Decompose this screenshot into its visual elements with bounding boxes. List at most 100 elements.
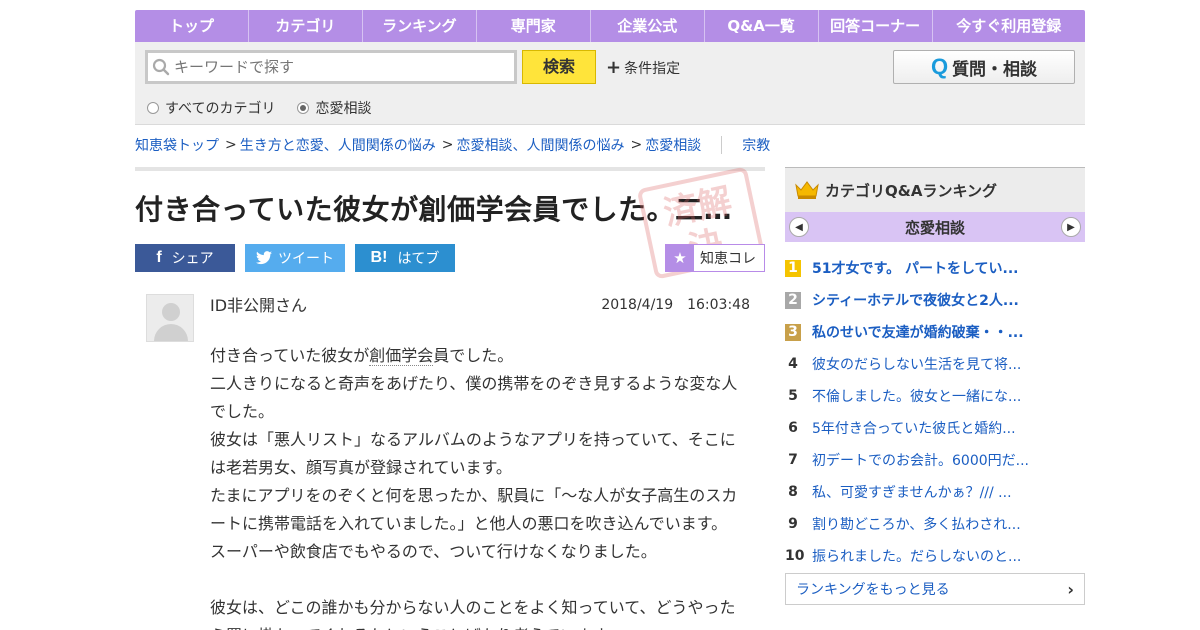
plus-icon: +: [606, 57, 622, 78]
next-arrow-icon[interactable]: ▶: [1060, 217, 1081, 237]
rank-number: 8: [788, 483, 798, 500]
ranking-item[interactable]: 10 振られました。だらしないのと...: [785, 540, 1085, 572]
breadcrumb-item[interactable]: 知恵袋トップ: [135, 135, 219, 155]
ranking-item[interactable]: 4 彼女のだらしない生活を見て将...: [785, 348, 1085, 380]
chie-collection-button[interactable]: ★ 知恵コレ: [665, 244, 765, 272]
breadcrumb-separator: >: [630, 137, 643, 153]
ranking-link[interactable]: 割り勘どころか、多く払わされ...: [812, 514, 1021, 534]
nav-ranking[interactable]: ランキング: [363, 10, 477, 42]
ranking-item[interactable]: 8 私、可愛すぎませんかぁ？/// ...: [785, 476, 1085, 508]
rank-number: 7: [788, 451, 798, 468]
keyword-link[interactable]: 創価学会: [369, 346, 434, 366]
radio-all-categories[interactable]: すべてのカテゴリ: [147, 98, 275, 118]
search-box[interactable]: [145, 50, 517, 84]
hatena-bookmark-button[interactable]: B! はてブ: [355, 244, 455, 272]
question-body: 付き合っていた彼女が創価学会員でした。 二人きりになると奇声をあげたり、僕の携帯…: [210, 342, 750, 630]
star-icon: ★: [666, 245, 694, 271]
twitter-share-button[interactable]: ツイート: [245, 244, 345, 272]
ranking-item[interactable]: 9 割り勘どころか、多く払わされ...: [785, 508, 1085, 540]
body-line: でした。: [210, 402, 275, 421]
search-button[interactable]: 検索: [522, 50, 596, 84]
ranking-sidebar: カテゴリQ&Aランキング ◀ 恋愛相談 ▶ 1 51才女です。 パートをしてい.…: [785, 167, 1085, 605]
nav-official[interactable]: 企業公式: [591, 10, 705, 42]
ranking-list: 1 51才女です。 パートをしてい... 2 シティーホテルで夜彼女と2人...…: [785, 252, 1085, 572]
ranking-link[interactable]: 彼女のだらしない生活を見て将...: [812, 354, 1021, 374]
chevron-right-icon: ›: [1067, 579, 1074, 599]
nav-register[interactable]: 今すぐ利用登録: [933, 10, 1085, 42]
ranking-link[interactable]: 51才女です。 パートをしてい...: [812, 258, 1019, 278]
body-text: 付き合っていた彼女が: [210, 346, 370, 365]
body-text: 員でした。: [433, 346, 514, 365]
body-line: 付き合っていた彼女が創価学会員でした。: [210, 342, 750, 370]
radio-button-selected[interactable]: [297, 102, 310, 114]
conditions-link[interactable]: + 条件指定: [606, 58, 680, 78]
ranking-heading: カテゴリQ&Aランキング: [825, 181, 997, 200]
crown-icon: [795, 181, 819, 199]
divider: [721, 136, 723, 154]
top-nav: トップ カテゴリ ランキング 専門家 企業公式 Q&A一覧 回答コーナー 今すぐ…: [135, 10, 1085, 42]
ranking-link[interactable]: 振られました。だらしないのと...: [812, 546, 1021, 566]
ranking-item[interactable]: 2 シティーホテルで夜彼女と2人...: [785, 284, 1085, 316]
more-ranking-button[interactable]: ランキングをもっと見る ›: [785, 573, 1085, 605]
more-ranking-label: ランキングをもっと見る: [796, 582, 950, 598]
search-area: 検索 + 条件指定 Q 質問・相談 すべてのカテゴリ 恋愛相談: [135, 42, 1085, 125]
related-category-link[interactable]: 宗教: [742, 135, 770, 155]
body-line: は老若男女、顔写真が登録されています。: [210, 458, 512, 477]
conditions-label: 条件指定: [624, 61, 681, 77]
body-line: 彼女は、どこの誰かも分からない人のことをよく知っていて、どうやった: [210, 598, 736, 617]
page: トップ カテゴリ ランキング 専門家 企業公式 Q&A一覧 回答コーナー 今すぐ…: [135, 10, 1085, 630]
radio-button[interactable]: [147, 102, 159, 114]
breadcrumb-item[interactable]: 恋愛相談: [645, 135, 701, 155]
ranking-category: 恋愛相談: [904, 218, 965, 237]
twitter-bird-icon: [256, 251, 272, 265]
ranking-link[interactable]: 5年付き合っていた彼氏と婚約...: [812, 418, 1016, 438]
rank-number: 5: [788, 387, 798, 404]
ranking-item[interactable]: 5 不倫しました。彼女と一緒にな...: [785, 380, 1085, 412]
rank-number: 6: [788, 419, 798, 436]
hatena-bookmark-label: はてブ: [397, 251, 440, 267]
ranking-link[interactable]: 初デートでのお会計。6000円だ...: [812, 450, 1029, 470]
search-input[interactable]: [174, 58, 504, 76]
prev-arrow-icon[interactable]: ◀: [789, 217, 809, 237]
ranking-item[interactable]: 1 51才女です。 パートをしてい...: [785, 252, 1085, 284]
breadcrumb-item[interactable]: 生き方と恋愛、人間関係の悩み: [240, 135, 436, 155]
facebook-share-button[interactable]: f シェア: [135, 244, 235, 272]
body-blank-line: [210, 566, 750, 594]
radio-current-category[interactable]: 恋愛相談: [297, 98, 371, 118]
nav-experts[interactable]: 専門家: [477, 10, 591, 42]
avatar-body: [154, 324, 188, 341]
breadcrumb-separator: >: [441, 137, 454, 153]
search-icon: [152, 58, 170, 76]
rank-number: 4: [788, 355, 798, 372]
nav-qa-list[interactable]: Q&A一覧: [705, 10, 819, 42]
chie-collection-label: 知恵コレ: [700, 251, 756, 267]
breadcrumb-item[interactable]: 恋愛相談、人間関係の悩み: [456, 135, 624, 155]
avatar-head: [162, 303, 180, 321]
radio-current-label: 恋愛相談: [315, 101, 372, 117]
ranking-item[interactable]: 3 私のせいで友達が婚約破棄・・...: [785, 316, 1085, 348]
ranking-item[interactable]: 7 初デートでのお会計。6000円だ...: [785, 444, 1085, 476]
rank-number: 2: [785, 291, 801, 309]
facebook-icon: f: [156, 249, 162, 266]
facebook-share-label: シェア: [171, 251, 214, 267]
ranking-item[interactable]: 6 5年付き合っていた彼氏と婚約...: [785, 412, 1085, 444]
search-scope: すべてのカテゴリ 恋愛相談: [147, 98, 393, 118]
ranking-link[interactable]: 不倫しました。彼女と一緒にな...: [812, 386, 1021, 406]
ask-question-button[interactable]: Q 質問・相談: [893, 50, 1075, 84]
q-icon: Q: [930, 54, 949, 79]
ranking-link[interactable]: 私、可愛すぎませんかぁ？/// ...: [812, 482, 1012, 502]
body-line: たまにアプリをのぞくと何を思ったか、駅員に「～な人が女子高生のスカ: [210, 486, 738, 505]
nav-top[interactable]: トップ: [135, 10, 249, 42]
ranking-link[interactable]: シティーホテルで夜彼女と2人...: [812, 290, 1019, 310]
rank-number: 1: [785, 259, 801, 277]
rank-number: 3: [785, 323, 801, 341]
nav-category[interactable]: カテゴリ: [249, 10, 363, 42]
twitter-share-label: ツイート: [278, 251, 334, 267]
ask-question-label: 質問・相談: [952, 59, 1038, 80]
ranking-link[interactable]: 私のせいで友達が婚約破棄・・...: [812, 322, 1024, 342]
body-line: スーパーや飲食店でもやるので、ついて行けなくなりました。: [210, 542, 657, 561]
nav-answer-corner[interactable]: 回答コーナー: [819, 10, 933, 42]
user-name: ID非公開さん: [210, 296, 308, 315]
breadcrumb-separator: >: [225, 137, 237, 153]
body-line: ートに携帯電話を入れていました。」と他人の悪口を吹き込んでいます。: [210, 514, 728, 533]
